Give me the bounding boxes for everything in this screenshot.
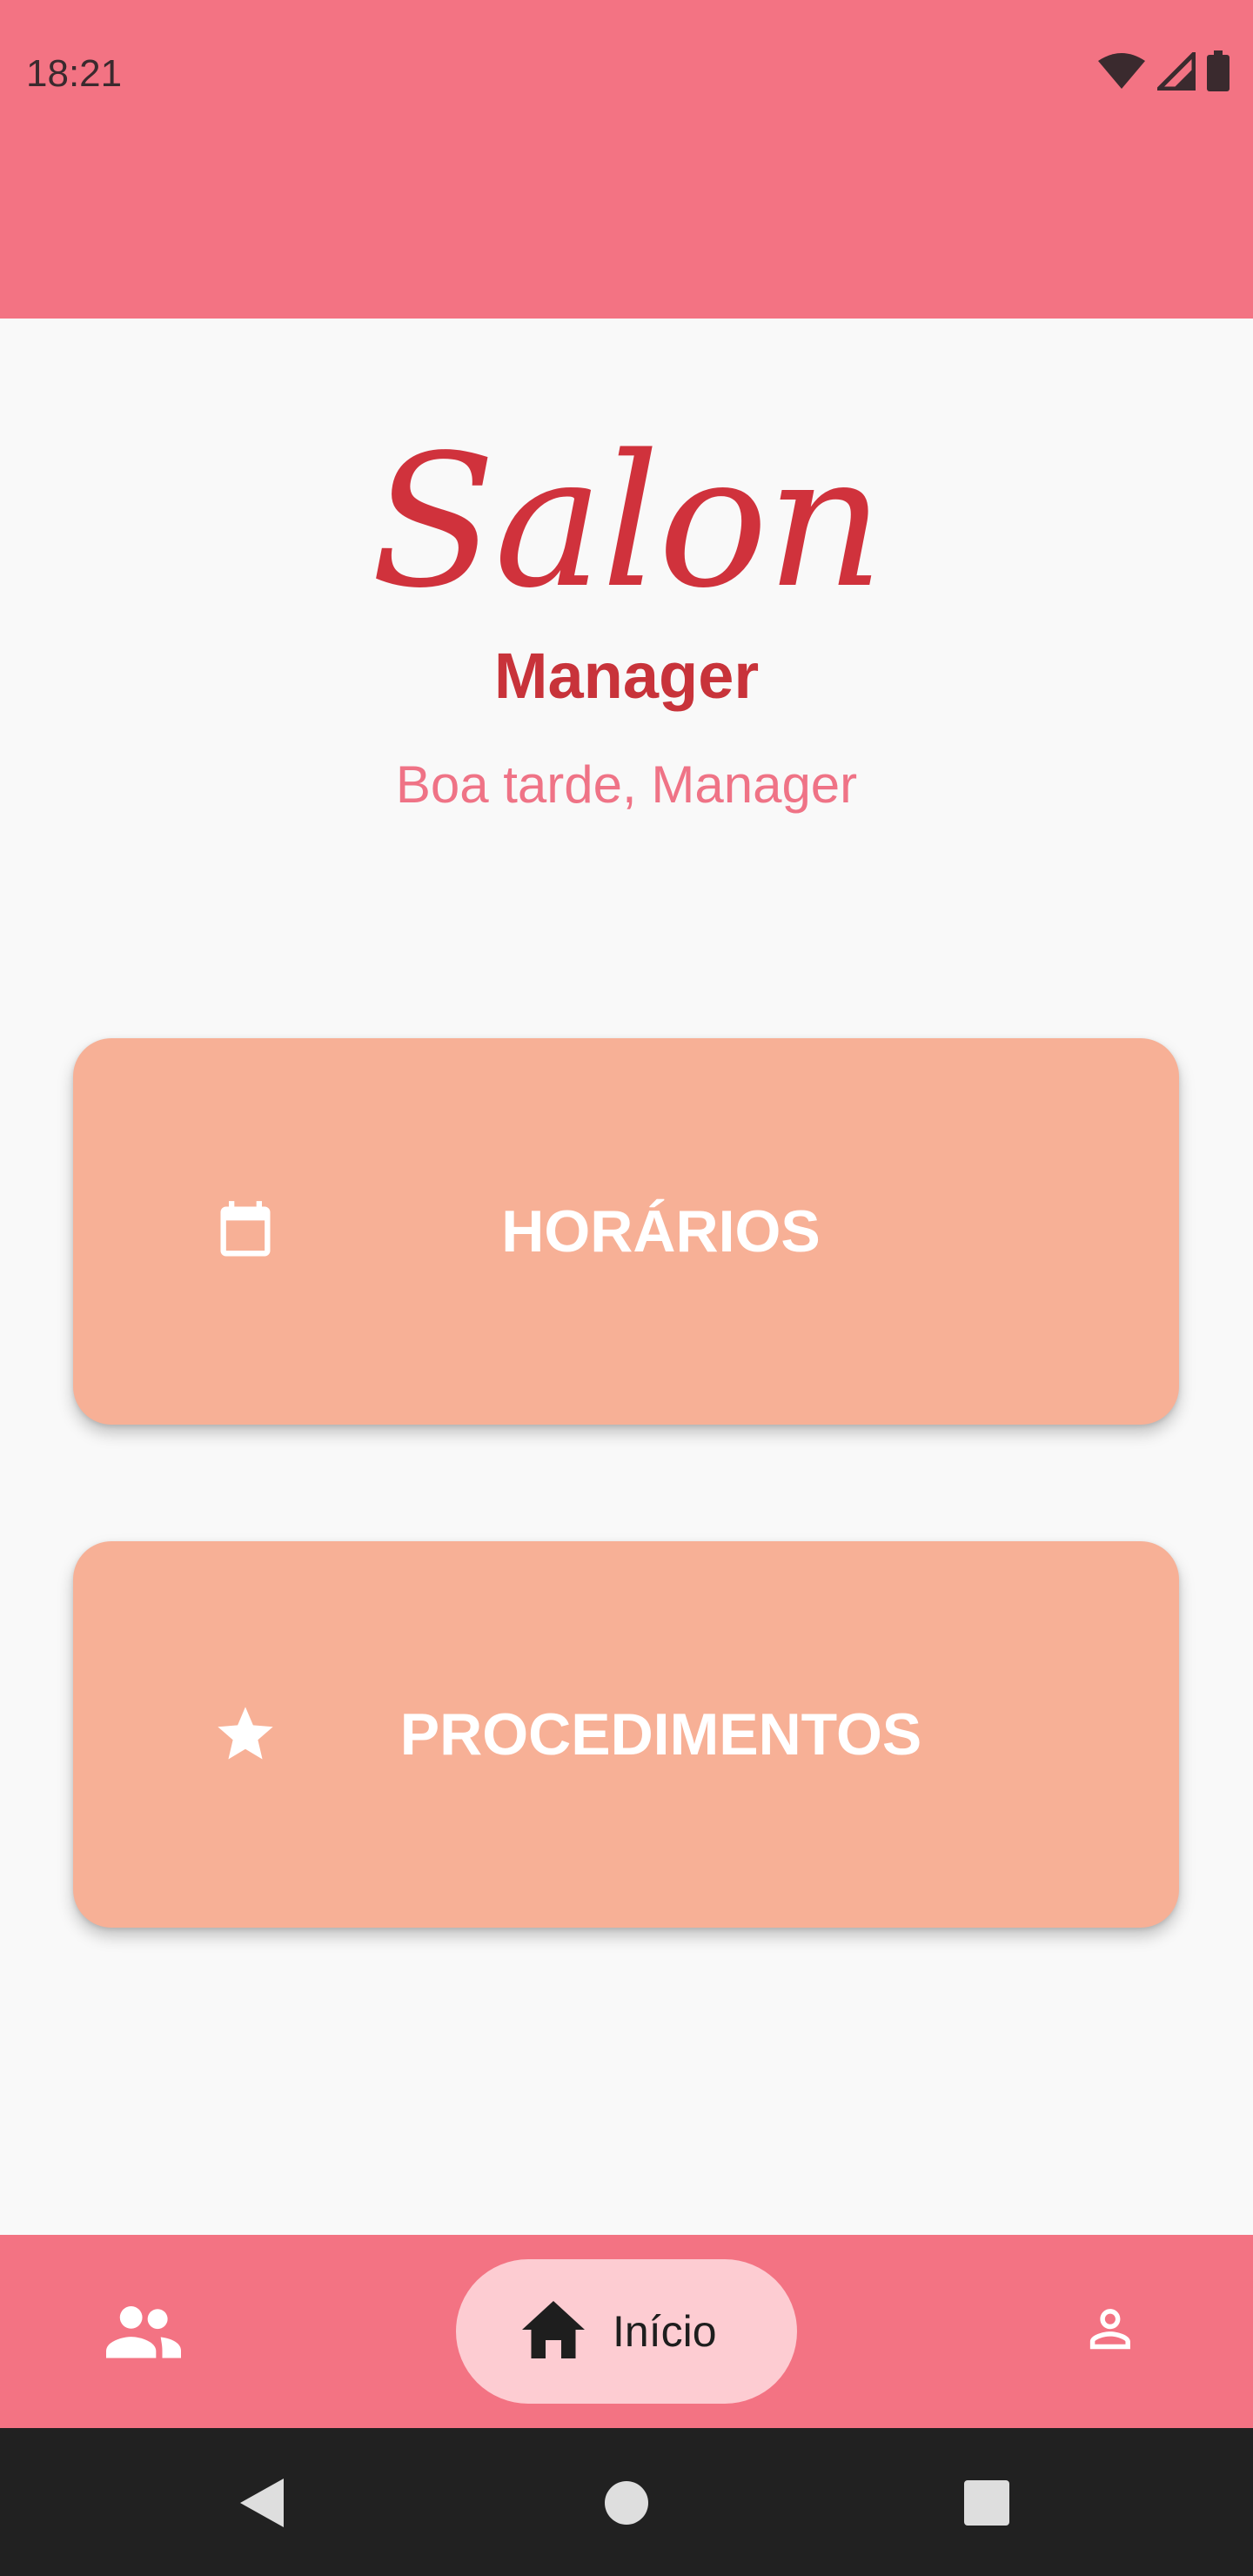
procedimentos-button[interactable]: PROCEDIMENTOS bbox=[73, 1541, 1179, 1928]
status-time: 18:21 bbox=[26, 52, 123, 95]
battery-icon bbox=[1207, 50, 1230, 91]
horarios-button[interactable]: HORÁRIOS bbox=[73, 1038, 1179, 1425]
wifi-icon bbox=[1098, 53, 1145, 89]
app-top-bar: 18:21 bbox=[0, 0, 1253, 319]
home-icon bbox=[522, 2301, 585, 2358]
app-logo-subtitle: Manager bbox=[493, 640, 760, 712]
procedimentos-label: PROCEDIMENTOS bbox=[399, 1701, 922, 1768]
status-icons bbox=[1096, 50, 1230, 92]
greeting-text: Boa tarde, Manager bbox=[395, 755, 858, 814]
signal-icon bbox=[1157, 52, 1196, 91]
app-logo: Salon bbox=[371, 415, 884, 628]
back-icon[interactable] bbox=[237, 2477, 285, 2529]
bottom-navigation: Início bbox=[0, 2235, 1253, 2428]
nav-item-inicio-label: Início bbox=[613, 2307, 717, 2356]
system-navigation-bar bbox=[0, 2428, 1253, 2576]
horarios-label: HORÁRIOS bbox=[501, 1198, 821, 1265]
nav-item-inicio[interactable]: Início bbox=[456, 2259, 797, 2404]
person-icon[interactable] bbox=[1082, 2303, 1138, 2360]
home-circle-icon[interactable] bbox=[604, 2480, 649, 2526]
recents-icon[interactable] bbox=[964, 2480, 1009, 2526]
people-icon[interactable] bbox=[106, 2304, 181, 2358]
